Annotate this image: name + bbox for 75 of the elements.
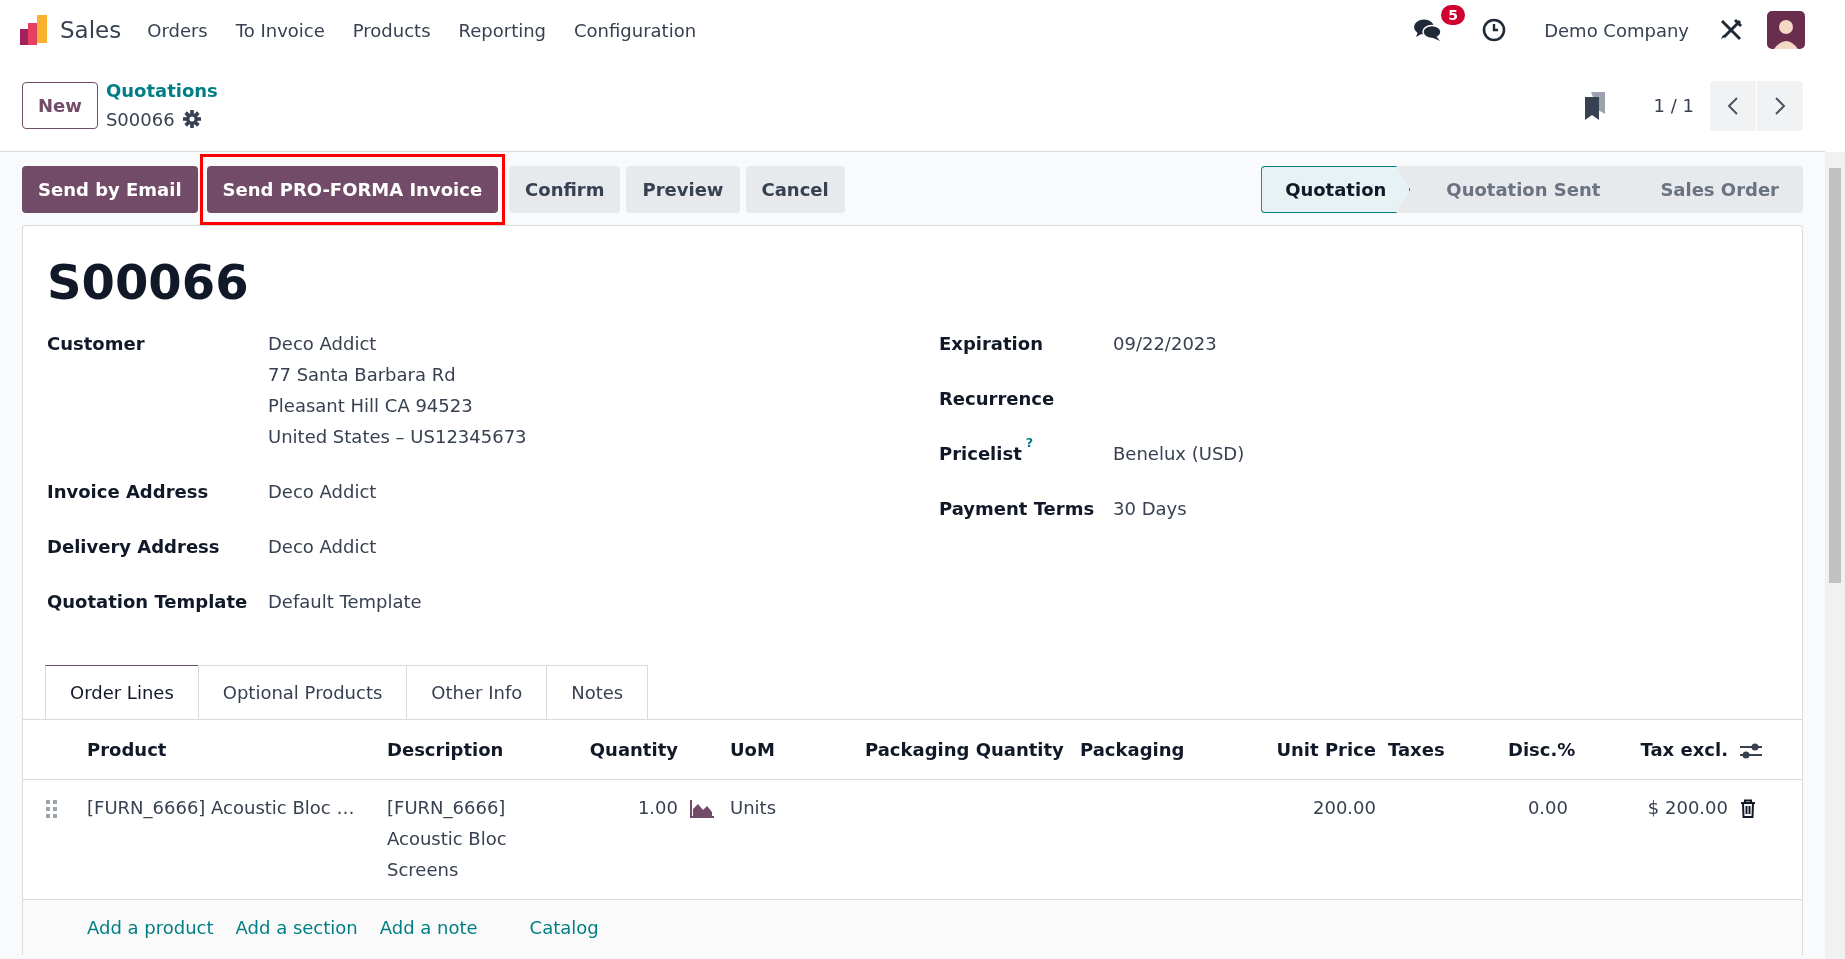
field-label: Expiration: [939, 331, 1043, 356]
menu-item[interactable]: Products: [338, 16, 445, 44]
company-name[interactable]: Demo Company: [1530, 16, 1703, 44]
status-stage[interactable]: Quotation: [1261, 166, 1411, 213]
clock-icon[interactable]: [1482, 18, 1507, 42]
field-value: Deco Addict: [268, 331, 378, 356]
action-button[interactable]: Send PRO-FORMA Invoice: [206, 166, 499, 213]
column-header[interactable]: UoM: [730, 738, 775, 760]
delete-icon[interactable]: [1740, 799, 1756, 819]
column-header[interactable]: Disc.%: [1508, 738, 1576, 760]
table-cell: 200.00: [1313, 796, 1376, 818]
table-cell: 0.00: [1527, 796, 1568, 818]
field-value: United States – US12345673: [268, 424, 527, 449]
field-label: Delivery Address: [47, 534, 220, 559]
menu-item[interactable]: Reporting: [444, 16, 561, 44]
field-value: Pleasant Hill CA 94523: [268, 393, 474, 418]
field-value: Benelux (USD): [1113, 441, 1245, 466]
add-line-link[interactable]: Add a note: [379, 916, 478, 938]
scrollbar[interactable]: [1825, 152, 1845, 959]
field-value: Deco Addict: [268, 479, 377, 504]
avatar[interactable]: [1767, 11, 1805, 49]
action-button[interactable]: Cancel: [745, 166, 845, 213]
add-line-link[interactable]: Catalog: [529, 916, 599, 938]
add-line-link[interactable]: Add a section: [235, 916, 358, 938]
breadcrumb-link[interactable]: Quotations: [105, 76, 218, 104]
field-value: Default Template: [268, 589, 422, 614]
action-button[interactable]: Confirm: [509, 166, 621, 213]
chat-icon[interactable]: [1414, 17, 1443, 43]
table-cell: [FURN_6666] Acoustic Bloc Screens: [387, 796, 507, 880]
field-label: Payment Terms: [939, 496, 1095, 521]
app-logo-icon[interactable]: [20, 15, 50, 45]
action-button[interactable]: Send by Email: [22, 166, 198, 213]
column-settings-icon[interactable]: [1740, 741, 1762, 760]
table-cell: 1.00: [637, 796, 678, 818]
column-header[interactable]: Taxes: [1388, 738, 1445, 760]
bookmark-icon[interactable]: [1583, 91, 1606, 120]
action-button[interactable]: Preview: [626, 166, 740, 213]
field-label: Recurrence: [939, 386, 1055, 411]
tab[interactable]: Order Lines: [45, 664, 199, 719]
chevron-right-icon: [1774, 95, 1786, 116]
help-tooltip[interactable]: ?: [1025, 431, 1034, 456]
app-name[interactable]: Sales: [50, 12, 134, 48]
column-header[interactable]: Packaging: [1080, 738, 1185, 760]
column-header[interactable]: Unit Price: [1276, 738, 1376, 760]
field-value: 30 Days: [1113, 496, 1187, 521]
notification-count: 5: [1441, 5, 1465, 25]
field-value: 77 Santa Barbara Rd: [268, 362, 457, 387]
pager-value: 1 / 1: [1653, 94, 1694, 118]
tools-icon[interactable]: [1719, 18, 1743, 42]
chevron-left-icon: [1727, 95, 1739, 116]
new-button[interactable]: New: [22, 82, 98, 129]
tab[interactable]: Notes: [546, 664, 649, 719]
table-cell: [FURN_6666] Acoustic Bloc …: [87, 796, 355, 818]
settings-icon[interactable]: [182, 110, 201, 128]
field-value: Deco Addict: [268, 534, 377, 559]
column-header[interactable]: Packaging Quantity: [865, 738, 1064, 760]
menu-item[interactable]: Orders: [133, 16, 222, 44]
column-header[interactable]: Quantity: [589, 738, 678, 760]
record-title: S00066: [47, 254, 250, 312]
table-cell: Units: [730, 796, 777, 818]
menu-item[interactable]: Configuration: [560, 16, 711, 44]
field-label: Customer: [47, 331, 145, 356]
drag-handle-icon[interactable]: [46, 799, 58, 818]
field-value: 09/22/2023: [1113, 331, 1217, 356]
field-label: Invoice Address: [47, 479, 209, 504]
add-line-link[interactable]: Add a product: [87, 916, 214, 938]
column-header[interactable]: Product: [87, 738, 167, 760]
field-label: Quotation Template: [47, 589, 248, 614]
forecast-chart-icon[interactable]: [690, 799, 714, 818]
table-cell: $ 200.00: [1647, 796, 1728, 818]
field-label: Pricelist: [939, 441, 1022, 466]
column-header[interactable]: Tax excl.: [1640, 738, 1728, 760]
record-name: S00066: [105, 107, 175, 132]
menu-item[interactable]: To Invoice: [221, 16, 339, 44]
column-header[interactable]: Description: [387, 738, 504, 760]
